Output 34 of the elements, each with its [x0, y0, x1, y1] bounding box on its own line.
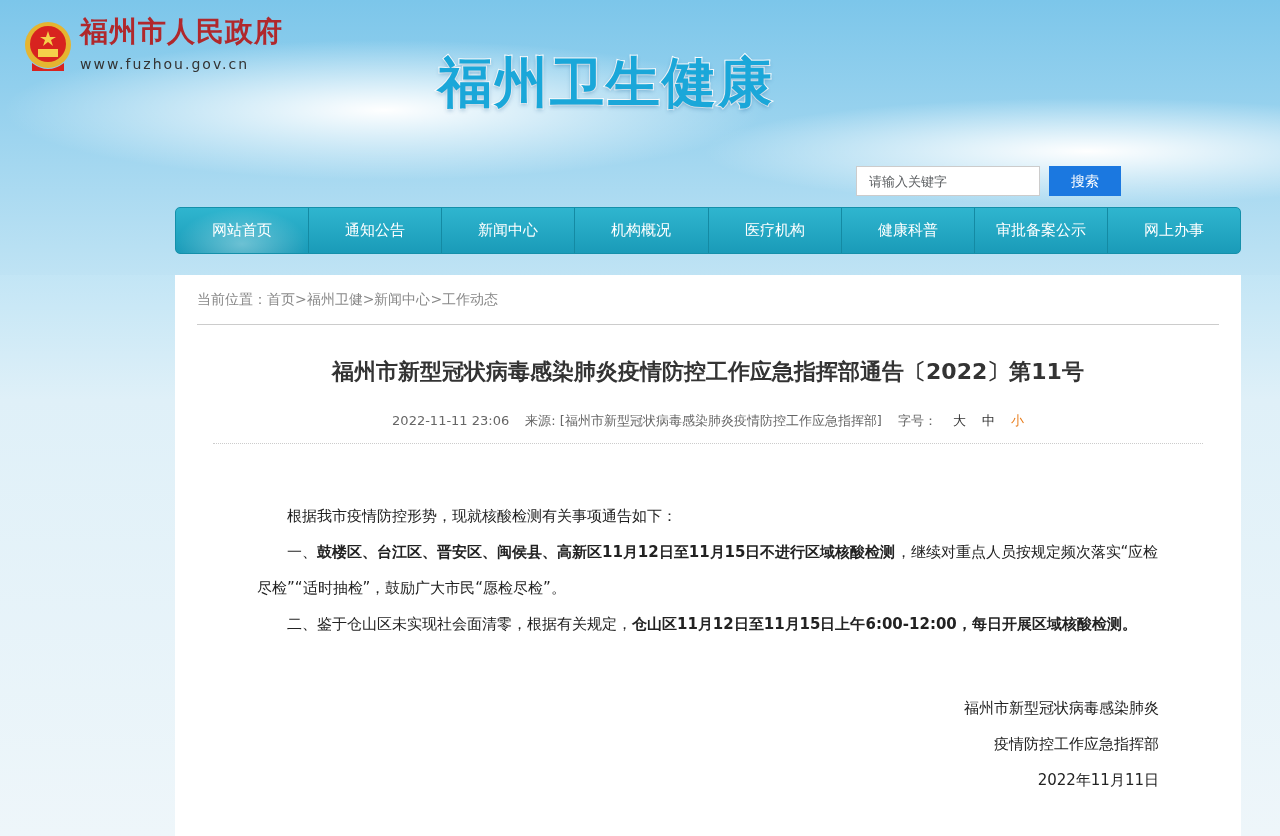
national-emblem-icon	[24, 20, 72, 73]
breadcrumb-link[interactable]: 福州卫健	[306, 291, 363, 307]
breadcrumb-separator: >	[295, 291, 307, 307]
signature-line: 福州市新型冠状病毒感染肺炎	[963, 697, 1159, 719]
search-field[interactable]: 请输入关键字	[856, 166, 1040, 196]
search-button[interactable]: 搜索	[1049, 166, 1121, 196]
font-size-option[interactable]: 大	[952, 411, 966, 431]
banner-title: 福州卫生健康	[438, 50, 774, 116]
font-size-option[interactable]: 小	[1010, 411, 1024, 431]
nav-tab[interactable]: 机构概况	[575, 208, 709, 253]
nav-tab[interactable]: 通知公告	[309, 208, 443, 253]
article-paragraph: 一、鼓楼区、台江区、晋安区、闽侯县、高新区11月12日至11月15日不进行区域核酸检测，继续对重点人员按规定频次落实“应检尽检”“适时抽检”，鼓励广大市民“愿检尽检”。	[257, 541, 1159, 599]
breadcrumb-link[interactable]: 新闻中心	[374, 291, 431, 307]
breadcrumb-link[interactable]: 首页	[267, 291, 295, 307]
nav-tab[interactable]: 审批备案公示	[974, 208, 1108, 253]
article-source: 来源: [福州市新型冠状病毒感染肺炎疫情防控工作应急指挥部]	[525, 412, 882, 431]
breadcrumb-label: 当前位置：	[197, 291, 267, 307]
site-url[interactable]: www.fuzhou.gov.cn	[80, 54, 283, 75]
nav-tab[interactable]: 网上办事	[1107, 208, 1240, 253]
breadcrumb-link[interactable]: 工作动态	[442, 291, 499, 307]
nav-tab[interactable]: 新闻中心	[442, 208, 576, 253]
font-size-option[interactable]: 中	[981, 411, 995, 431]
breadcrumb-separator: >	[362, 291, 375, 307]
signature-line: 疫情防控工作应急指挥部	[993, 733, 1159, 755]
article-paragraph: 根据我市疫情防控形势，现就核酸检测有关事项通告如下：	[286, 505, 678, 527]
publish-date: 2022-11-11 23:06	[392, 412, 510, 431]
nav-tab[interactable]: 医疗机构	[708, 208, 842, 253]
article-title: 福州市新型冠状病毒感染肺炎疫情防控工作应急指挥部通告〔2022〕第11号	[330, 359, 1085, 386]
nav-tab[interactable]: 健康科普	[841, 208, 975, 253]
breadcrumb-separator: >	[430, 291, 443, 307]
signature-line: 2022年11月11日	[1036, 769, 1159, 791]
article-paragraph: 二、鉴于仓山区未实现社会面清零，根据有关规定，仓山区11月12日至11月15日上午6:00-12:00，每日开展区域核酸检测。	[286, 613, 1138, 635]
font-size-label: 字号：	[897, 412, 937, 431]
site-name[interactable]: 福州市人民政府	[80, 18, 283, 46]
